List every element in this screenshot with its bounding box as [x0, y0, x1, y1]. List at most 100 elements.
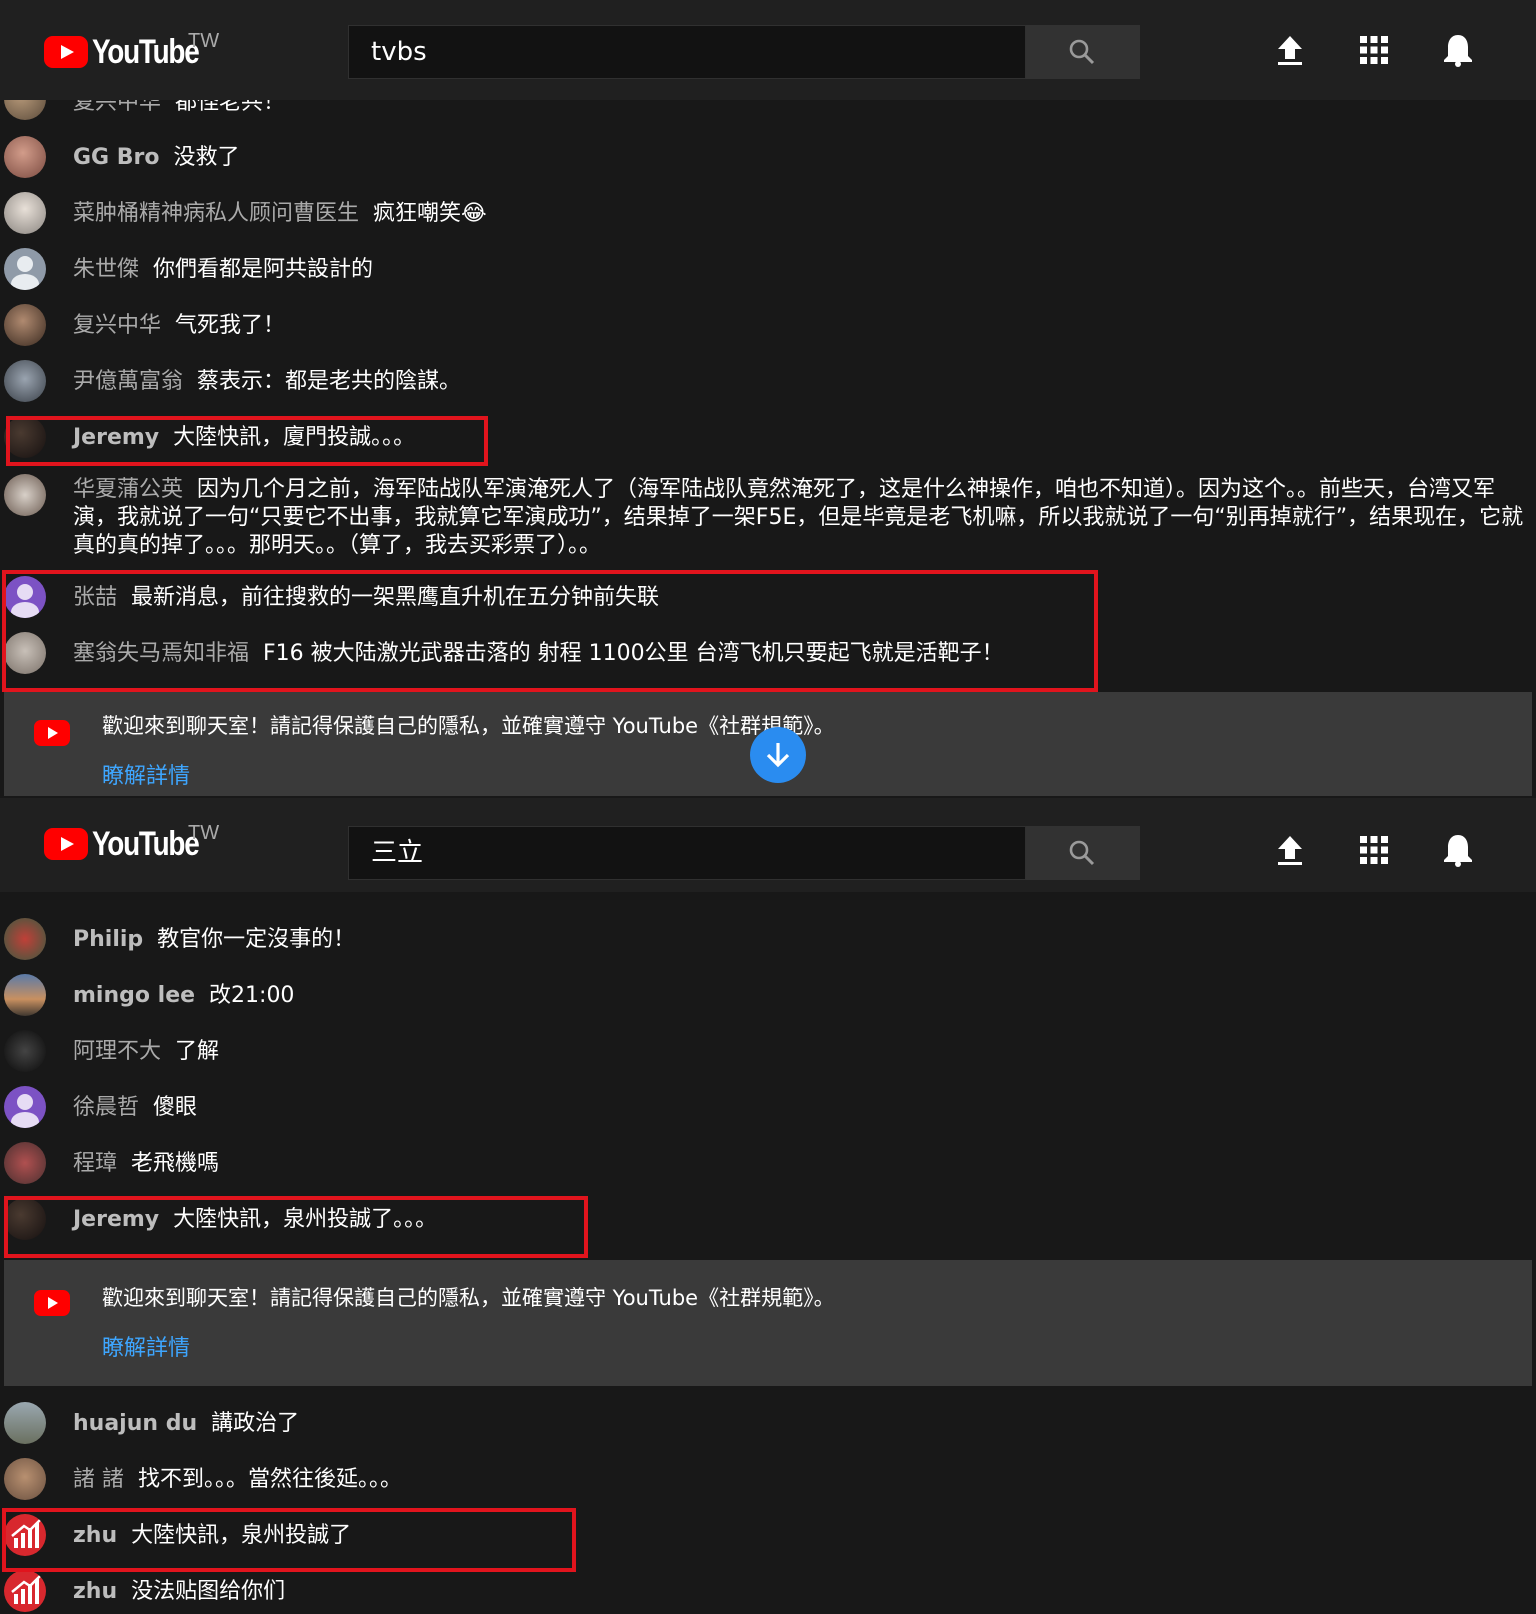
chat-message: 朱世傑 你們看都是阿共設計的: [0, 248, 1536, 294]
search-button[interactable]: [1026, 25, 1140, 79]
youtube-logo[interactable]: YouTube TW: [44, 30, 222, 71]
search-button[interactable]: [1026, 826, 1140, 880]
avatar[interactable]: [4, 474, 46, 516]
chat-line: huajun du 講政治了: [73, 1410, 1528, 1438]
avatar[interactable]: [4, 304, 46, 346]
chat-author[interactable]: 尹億萬富翁: [73, 369, 183, 394]
chat-author[interactable]: 华夏蒲公英: [73, 477, 183, 502]
avatar[interactable]: [4, 192, 46, 234]
chat-line: 諸 諸找不到。。。當然往後延。。。: [73, 1466, 1528, 1494]
apps-grid-icon[interactable]: [1356, 32, 1392, 68]
chat-text: 你們看都是阿共設計的: [153, 257, 374, 282]
chat-line: 华夏蒲公英 因为几个月之前，海军陆战队军演淹死人了（海军陆战队竟然淹死了，这是什么…: [73, 476, 1528, 560]
chat-author[interactable]: huajun du: [73, 1411, 197, 1436]
avatar[interactable]: [4, 1086, 46, 1128]
youtube-logo-icon: [44, 36, 88, 68]
banner-text: 歡迎來到聊天室！請記得保護自己的隱私，並確實遵守 YouTube《社群規範》。: [102, 714, 835, 738]
notifications-bell-icon[interactable]: [1440, 832, 1476, 868]
chat-author[interactable]: 程璋: [73, 1151, 117, 1176]
logo-wordmark: YouTube: [92, 32, 200, 71]
chat-message: 尹億萬富翁 蔡表示：都是老共的陰謀。: [0, 360, 1536, 406]
chat-line: 尹億萬富翁 蔡表示：都是老共的陰謀。: [73, 368, 1528, 396]
chat-line: 菜肿桶精神病私人顾问曹医生 疯狂嘲笑😂: [73, 200, 1528, 228]
chat-text: 老飛機嗎: [131, 1151, 220, 1176]
youtube-logo-icon: [34, 720, 70, 746]
top-screenshot: 复兴中华 都怪老共！ GG Bro 没救了 菜肿桶精神病私人顾问曹医生 疯狂嘲笑😂 朱…: [0, 0, 1536, 798]
chat-line: Philip 教官你一定沒事的！: [73, 926, 1528, 954]
masthead: YouTube TW 三立: [0, 798, 1536, 892]
chat-author[interactable]: 菜肿桶精神病私人顾问曹医生: [73, 201, 359, 226]
chat-line: zhu 没法贴图给你们: [73, 1578, 1528, 1606]
masthead: YouTube TW tvbs: [0, 0, 1536, 100]
chat-line: GG Bro 没救了: [73, 144, 1528, 172]
chat-author[interactable]: 朱世傑: [73, 257, 139, 282]
chat-author[interactable]: 諸 諸: [73, 1467, 124, 1492]
chat-author[interactable]: 复兴中华: [73, 313, 161, 338]
avatar[interactable]: [4, 1570, 46, 1612]
chat-line: mingo lee 改21:00: [73, 982, 1528, 1010]
avatar[interactable]: [4, 1142, 46, 1184]
chat-author[interactable]: Philip: [73, 927, 143, 952]
chat-author[interactable]: 阿理不大: [73, 1039, 161, 1064]
youtube-logo[interactable]: YouTube TW: [44, 822, 222, 863]
chat-line: 程璋 老飛機嗎: [73, 1150, 1528, 1178]
highlight-box: [6, 416, 488, 466]
chat-message: 菜肿桶精神病私人顾问曹医生 疯狂嘲笑😂: [0, 192, 1536, 238]
chat-text: 疯狂嘲笑😂: [373, 201, 487, 226]
chat-text: 講政治了: [211, 1411, 300, 1436]
search-icon: [1069, 39, 1095, 65]
chat-message: 复兴中华 气死我了！: [0, 304, 1536, 350]
upload-icon[interactable]: [1272, 32, 1308, 68]
chat-text: 气死我了！: [175, 313, 286, 338]
chat-message: huajun du 講政治了: [0, 1402, 1536, 1448]
chat-welcome-banner: 歡迎來到聊天室！請記得保護自己的隱私，並確實遵守 YouTube《社群規範》。 …: [4, 1260, 1532, 1386]
scroll-down-arrow-icon: [766, 743, 790, 768]
chat-message: zhu 没法贴图给你们: [0, 1570, 1536, 1614]
chat-message: mingo lee 改21:00: [0, 974, 1536, 1020]
chat-text: 教官你一定沒事的！: [157, 927, 356, 952]
logo-region: TW: [188, 30, 220, 52]
search-input[interactable]: tvbs: [348, 25, 1026, 79]
banner-text: 歡迎來到聊天室！請記得保護自己的隱私，並確實遵守 YouTube《社群規範》。: [102, 1286, 835, 1310]
highlight-box: [2, 1508, 576, 1572]
logo-region: TW: [188, 822, 220, 844]
chat-line: 阿理不大 了解: [73, 1038, 1528, 1066]
search-input[interactable]: 三立: [348, 826, 1026, 880]
avatar[interactable]: [4, 136, 46, 178]
chat-message: 程璋 老飛機嗎: [0, 1142, 1536, 1188]
learn-more-link[interactable]: 瞭解詳情: [102, 1330, 190, 1362]
chat-line: 徐晨哲 傻眼: [73, 1094, 1528, 1122]
learn-more-link[interactable]: 瞭解詳情: [102, 758, 190, 790]
chat-text: 蔡表示：都是老共的陰謀。: [197, 369, 462, 394]
chat-text: 了解: [175, 1039, 220, 1064]
avatar[interactable]: [4, 1458, 46, 1500]
chat-text: 改21:00: [209, 983, 295, 1008]
chat-line: 复兴中华 气死我了！: [73, 312, 1528, 340]
avatar[interactable]: [4, 1030, 46, 1072]
apps-grid-icon[interactable]: [1356, 832, 1392, 868]
chat-author[interactable]: zhu: [73, 1579, 117, 1604]
chat-message: GG Bro 没救了: [0, 136, 1536, 182]
avatar[interactable]: [4, 974, 46, 1016]
chat-message: 諸 諸找不到。。。當然往後延。。。: [0, 1458, 1536, 1504]
chat-message: 华夏蒲公英 因为几个月之前，海军陆战队军演淹死人了（海军陆战队竟然淹死了，这是什么…: [0, 474, 1536, 566]
highlight-box: [2, 570, 1098, 692]
scroll-to-bottom-button[interactable]: [750, 727, 806, 783]
logo-wordmark: YouTube: [92, 824, 200, 863]
chat-text: 因为几个月之前，海军陆战队军演淹死人了（海军陆战队竟然淹死了，这是什么神操作，咱…: [73, 477, 1524, 558]
avatar[interactable]: [4, 248, 46, 290]
chat-line: 朱世傑 你們看都是阿共設計的: [73, 256, 1528, 284]
avatar[interactable]: [4, 918, 46, 960]
notifications-bell-icon[interactable]: [1440, 32, 1476, 68]
avatar[interactable]: [4, 1402, 46, 1444]
chat-text: 找不到。。。當然往後延。。。: [138, 1467, 403, 1492]
youtube-logo-icon: [34, 1290, 70, 1316]
avatar[interactable]: [4, 360, 46, 402]
chat-author[interactable]: 徐晨哲: [73, 1095, 139, 1120]
chat-message: 阿理不大 了解: [0, 1030, 1536, 1076]
upload-icon[interactable]: [1272, 832, 1308, 868]
chat-author[interactable]: GG Bro: [73, 145, 160, 170]
chat-author[interactable]: mingo lee: [73, 983, 195, 1008]
chat-message: 徐晨哲 傻眼: [0, 1086, 1536, 1132]
chat-message: Philip 教官你一定沒事的！: [0, 918, 1536, 964]
